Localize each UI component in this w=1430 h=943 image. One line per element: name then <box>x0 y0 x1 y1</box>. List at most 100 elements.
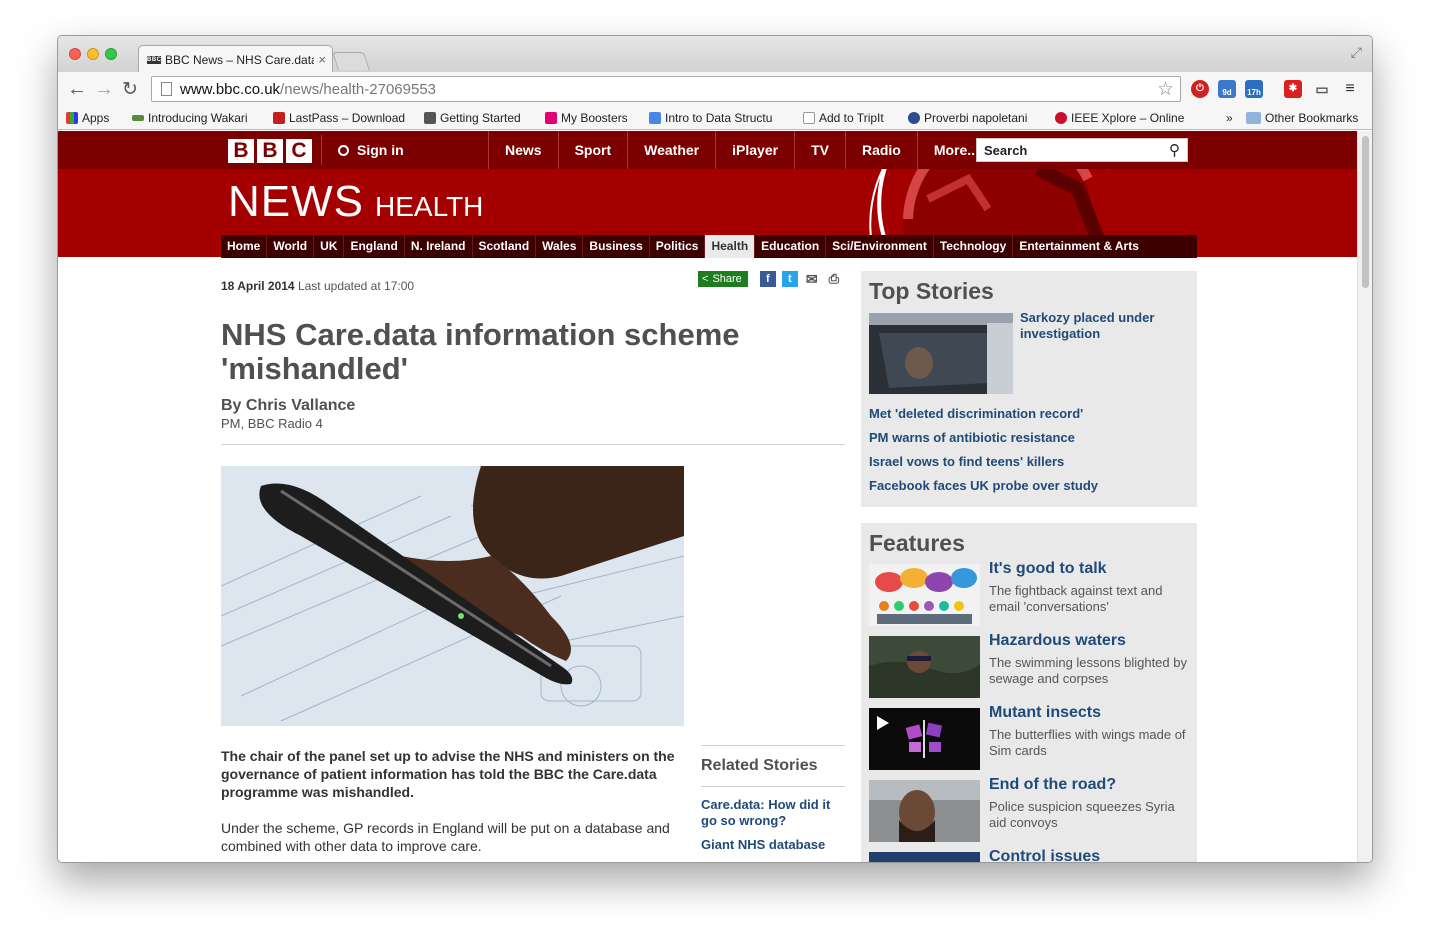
subnav-world[interactable]: World <box>266 235 313 258</box>
control-issues-thumb <box>869 852 980 862</box>
page-viewport: BBC Sign in News Sport Weather iPlayer T… <box>58 131 1359 862</box>
search-icon[interactable]: ⚲ <box>1169 141 1180 159</box>
bookmark-wakari[interactable]: Introducing Wakari <box>132 111 248 125</box>
subnav-scotland[interactable]: Scotland <box>471 235 536 258</box>
top-story-link[interactable]: PM warns of antibiotic resistance <box>869 430 1098 446</box>
ieee-icon <box>1055 112 1067 124</box>
news-masthead[interactable]: NEWS <box>228 177 364 227</box>
zoom-window-button[interactable] <box>105 48 117 60</box>
top-story-link[interactable]: Israel vows to find teens' killers <box>869 454 1098 470</box>
google-icon <box>649 112 661 124</box>
top-story-link[interactable]: Facebook faces UK probe over study <box>869 478 1098 494</box>
nav-news[interactable]: News <box>488 131 558 169</box>
last-updated: Last updated at 17:00 <box>297 279 415 293</box>
print-icon[interactable]: ⎙ <box>826 271 842 287</box>
adblock-extension-icon[interactable]: ⏻ <box>1191 80 1209 98</box>
feature-item[interactable]: Hazardous waters The swimming lessons bl… <box>869 632 1189 699</box>
other-bookmarks[interactable]: Other Bookmarks <box>1246 111 1358 125</box>
bookmark-apps[interactable]: Apps <box>66 111 109 125</box>
lastpass-extension-icon[interactable]: ✱ <box>1284 80 1302 98</box>
feature-desc: The fightback against text and email 'co… <box>989 583 1163 614</box>
feature-title[interactable]: End of the road? <box>989 776 1116 794</box>
close-window-button[interactable] <box>69 48 81 60</box>
related-title: Related Stories <box>701 757 818 774</box>
browser-tab[interactable]: BBC BBC News – NHS Care.data × <box>138 45 333 72</box>
search-input[interactable] <box>977 139 1157 161</box>
bookmark-lastpass[interactable]: LastPass – Download <box>273 111 405 125</box>
reload-icon[interactable]: ↻ <box>122 78 138 101</box>
bookmarks-overflow[interactable]: » <box>1226 111 1233 125</box>
nav-sport[interactable]: Sport <box>557 131 628 169</box>
sign-in-link[interactable]: Sign in <box>321 135 404 165</box>
feature-item[interactable]: It's good to talk The fightback against … <box>869 560 1189 627</box>
top-story-link[interactable]: Met 'deleted discrimination record' <box>869 406 1098 422</box>
ext-badge-9d: 9d <box>1222 88 1232 97</box>
cast-icon[interactable]: ▭ <box>1313 80 1331 98</box>
subnav-england[interactable]: England <box>343 235 403 258</box>
subnav-entertainment-arts[interactable]: Entertainment & Arts <box>1012 235 1145 258</box>
bookmarks-bar: Apps Introducing Wakari LastPass – Downl… <box>58 107 1372 130</box>
features-title: Features <box>869 530 965 556</box>
subnav-sci-environment[interactable]: Sci/Environment <box>825 235 933 258</box>
bookmark-tripit[interactable]: Add to TripIt <box>803 111 884 125</box>
nav-weather[interactable]: Weather <box>627 131 715 169</box>
m-logo-icon <box>424 112 436 124</box>
related-stories: Related Stories Care.data: How did it go… <box>701 745 845 853</box>
facebook-icon[interactable]: f <box>759 271 776 287</box>
new-tab-button[interactable] <box>332 52 370 70</box>
bookmark-proverbi[interactable]: Proverbi napoletani <box>908 111 1027 125</box>
related-link[interactable]: Care.data: How did it go so wrong? <box>701 797 845 829</box>
scrollbar[interactable] <box>1357 131 1372 862</box>
bookmark-data-structures[interactable]: Intro to Data Structu <box>649 111 772 125</box>
nav-iplayer[interactable]: iPlayer <box>715 131 794 169</box>
subnav-n-ireland[interactable]: N. Ireland <box>403 235 472 258</box>
bookmark-label: My Boosters <box>561 111 628 125</box>
feature-item[interactable]: Mutant insects The butterflies with wing… <box>869 704 1189 771</box>
calendar-extension-icon[interactable]: 9d <box>1218 80 1236 98</box>
subnav-business[interactable]: Business <box>582 235 648 258</box>
subnav-wales[interactable]: Wales <box>535 235 582 258</box>
twitter-icon[interactable]: t <box>781 271 798 287</box>
minimize-window-button[interactable] <box>87 48 99 60</box>
feature-title[interactable]: It's good to talk <box>989 560 1107 578</box>
author-role: PM, BBC Radio 4 <box>221 416 323 431</box>
sarkozy-car-photo[interactable] <box>869 313 1013 394</box>
nav-radio[interactable]: Radio <box>844 131 917 169</box>
digital-pen-photo <box>221 466 684 726</box>
tasks-extension-icon[interactable]: 17h <box>1245 80 1263 98</box>
forward-arrow-icon[interactable]: → <box>94 78 114 101</box>
bbc-logo[interactable]: BBC <box>228 139 312 163</box>
overflow-chevron-icon: » <box>1226 111 1233 125</box>
address-bar[interactable]: www.bbc.co.uk/news/health-27069553 ☆ <box>151 76 1181 102</box>
top-stories-title: Top Stories <box>869 278 994 304</box>
subnav-technology[interactable]: Technology <box>932 235 1012 258</box>
feature-desc: The swimming lessons blighted by sewage … <box>989 655 1187 686</box>
feature-title[interactable]: Mutant insects <box>989 704 1101 722</box>
bookmark-getting-started[interactable]: Getting Started <box>424 111 521 125</box>
bookmark-star-icon[interactable]: ☆ <box>1157 78 1174 101</box>
subnav-politics[interactable]: Politics <box>648 235 705 258</box>
top-story-lead[interactable]: Sarkozy placed under investigation <box>1020 310 1190 342</box>
fullscreen-icon[interactable]: ⤢ <box>1351 44 1362 61</box>
feature-title[interactable]: Control issues <box>989 848 1100 862</box>
related-link[interactable]: Giant NHS database <box>701 837 845 853</box>
bookmark-ieee[interactable]: IEEE Xplore – Online <box>1055 111 1184 125</box>
subnav-health[interactable]: Health <box>704 235 755 258</box>
url-host: www.bbc.co.uk <box>180 81 281 98</box>
feature-item[interactable]: End of the road? Police suspicion squeez… <box>869 776 1189 843</box>
email-icon[interactable]: ✉ <box>804 271 820 287</box>
tab-close-icon[interactable]: × <box>314 52 326 67</box>
back-arrow-icon[interactable]: ← <box>67 78 87 101</box>
feature-desc: The butterflies with wings made of Sim c… <box>989 727 1186 758</box>
subnav-education[interactable]: Education <box>754 235 825 258</box>
feature-item[interactable]: Control issues <box>869 848 1189 862</box>
subnav-home[interactable]: Home <box>221 235 266 258</box>
share-tools: < Share f t ✉ ⎙ <box>698 271 842 287</box>
menu-icon[interactable]: ≡ <box>1341 80 1359 98</box>
nav-tv[interactable]: TV <box>794 131 845 169</box>
bookmark-my-boosters[interactable]: My Boosters <box>545 111 628 125</box>
feature-title[interactable]: Hazardous waters <box>989 632 1126 650</box>
share-button[interactable]: < Share <box>698 271 748 287</box>
scrollbar-thumb[interactable] <box>1362 136 1369 288</box>
subnav-uk[interactable]: UK <box>313 235 343 258</box>
